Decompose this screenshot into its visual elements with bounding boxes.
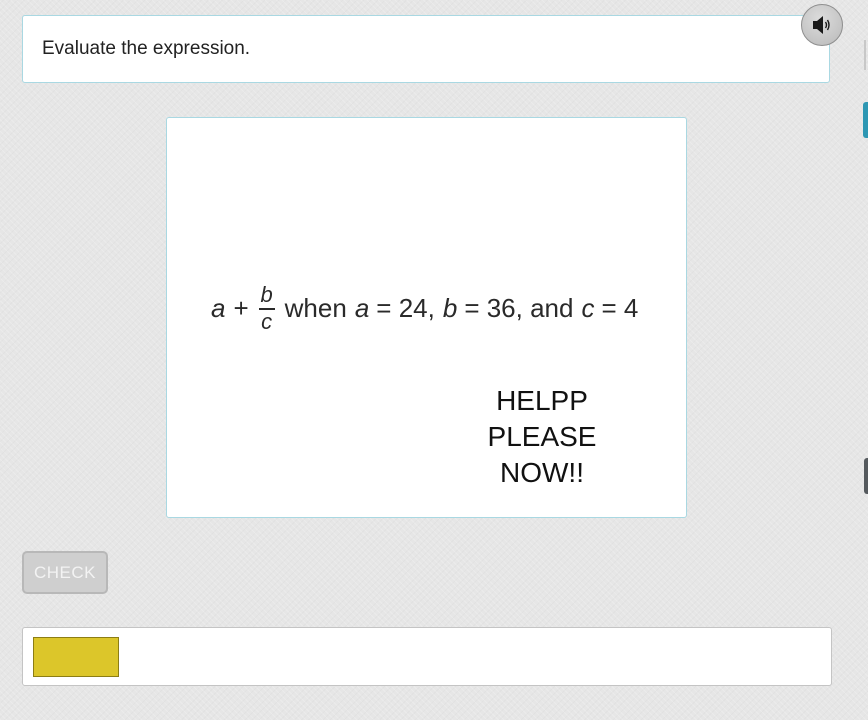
a-value: = 24, [376,293,435,323]
variable-a: a [211,293,226,323]
help-line: HELPP [496,385,588,416]
help-line: PLEASE [487,421,597,452]
speaker-icon [813,16,830,34]
math-expression: a + b c when a = 24, b = 36, and c = 4 [211,284,638,333]
answer-input[interactable] [33,637,119,677]
audio-button[interactable] [801,4,843,46]
variable-c-value-label: c [581,293,595,323]
when-text: when [284,293,347,323]
question-image: a + b c when a = 24, b = 36, and c = 4 H… [166,117,687,518]
side-tab-active[interactable] [863,102,868,138]
prompt-box: Evaluate the expression. [22,15,830,83]
fraction-numerator: b [260,282,273,307]
fraction-b-over-c: b c [258,282,275,334]
plus-sign: + [233,293,249,323]
variable-b-value-label: b [442,293,458,323]
b-value: = 36, and [464,293,574,323]
side-tab[interactable] [864,458,868,494]
help-line: NOW!! [500,457,584,488]
prompt-text: Evaluate the expression. [42,38,251,59]
fraction-denominator: c [261,309,273,334]
variable-a-value-label: a [354,293,370,323]
check-button[interactable]: CHECK [22,551,108,594]
edge-divider [864,40,866,70]
c-value: = 4 [601,293,639,323]
help-request-text: HELPP PLEASE NOW!! [467,383,617,491]
answer-box [22,627,832,686]
